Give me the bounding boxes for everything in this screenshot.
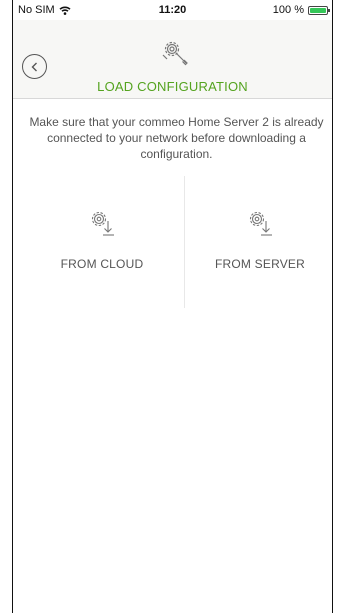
from-server-button[interactable]: FROM SERVER: [185, 205, 332, 285]
battery-percent: 100 %: [272, 4, 304, 16]
from-server-label: FROM SERVER: [215, 257, 305, 271]
gear-download-icon: [249, 211, 272, 236]
back-button[interactable]: [22, 54, 47, 79]
info-message: Make sure that your commeo Home Server 2…: [29, 115, 324, 161]
gear-download-icon: [91, 211, 114, 236]
from-cloud-label: FROM CLOUD: [60, 257, 144, 271]
chevron-left-icon: [31, 62, 37, 71]
page-title: LOAD CONFIGURATION: [97, 79, 248, 94]
status-right: 100 %: [272, 4, 330, 16]
app-screen: No SIM 11:20 100 % LOAD CONFIGURATION Ma…: [12, 0, 333, 613]
nav-header: LOAD CONFIGURATION: [13, 20, 332, 99]
from-cloud-button[interactable]: FROM CLOUD: [27, 205, 177, 285]
status-bar: No SIM 11:20 100 %: [13, 0, 332, 20]
gear-wrench-icon: [162, 41, 188, 66]
battery-icon: [308, 5, 330, 15]
